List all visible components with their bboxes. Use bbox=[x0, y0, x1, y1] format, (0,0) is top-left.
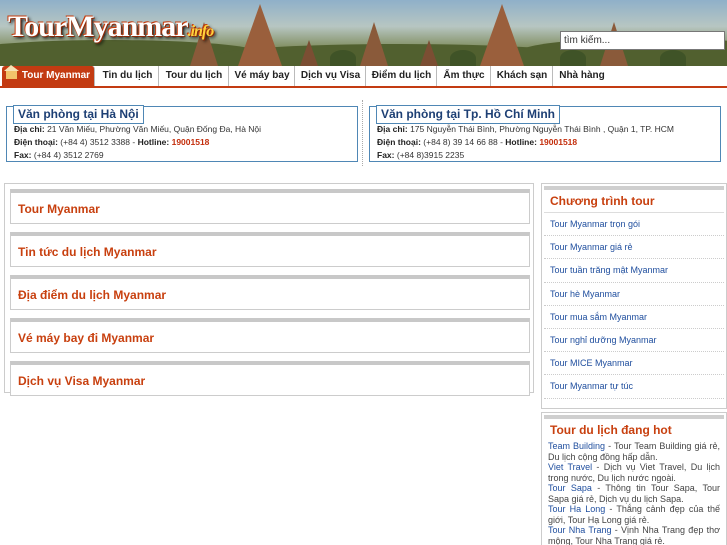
section-title: Vé máy bay đi Myanmar bbox=[18, 331, 155, 345]
address-value: 21 Văn Miếu, Phường Văn Miếu, Quận Đống … bbox=[47, 124, 262, 134]
banner-tree bbox=[330, 50, 356, 66]
nav-item-tin-du-lich[interactable]: Tin du lịch bbox=[97, 66, 159, 86]
sidebar-link[interactable]: Tour Myanmar giá rẻ bbox=[544, 236, 724, 260]
office-hanoi: Văn phòng tại Hà Nội Địa chỉ: 21 Văn Miế… bbox=[6, 105, 358, 162]
hot-tour-item: Tour Sapa - Thông tin Tour Sapa, Tour Sa… bbox=[542, 483, 726, 504]
banner-pagoda bbox=[420, 40, 438, 66]
main-nav: Tour Myanmar Tin du lịch Tour du lịch Vé… bbox=[0, 65, 727, 88]
section-title: Địa điểm du lịch Myanmar bbox=[18, 288, 167, 302]
fax-label: Fax: bbox=[14, 150, 32, 160]
nav-item-ve-may-bay[interactable]: Vé máy bay bbox=[230, 66, 295, 86]
address-value: 175 Nguyễn Thái Bình, Phường Nguyễn Thái… bbox=[410, 124, 674, 134]
nav-item-tour-du-lich[interactable]: Tour du lịch bbox=[160, 66, 229, 86]
hot-tour-item: Viet Travel - Dịch vụ Viet Travel, Du lị… bbox=[542, 462, 726, 483]
office-hcm-title: Văn phòng tại Tp. Hồ Chí Minh bbox=[376, 105, 560, 124]
office-divider bbox=[362, 100, 363, 166]
banner-pagoda bbox=[480, 4, 524, 66]
banner-pagoda bbox=[300, 40, 318, 66]
office-hanoi-fax: Fax: (+84 4) 3512 2769 bbox=[14, 150, 104, 160]
sidebar-link[interactable]: Tour nghỉ dưỡng Myanmar bbox=[544, 329, 724, 353]
phone-label: Điện thoại: bbox=[377, 137, 421, 147]
fax-value: (+84 8)3915 2235 bbox=[396, 150, 465, 160]
section-title: Dịch vụ Visa Myanmar bbox=[18, 374, 146, 388]
sidebar-link[interactable]: Tour Myanmar trọn gói bbox=[544, 213, 724, 237]
sidebar-link[interactable]: Tour hè Myanmar bbox=[544, 283, 724, 306]
logo-domain: .info bbox=[187, 23, 215, 40]
hot-tour-item: Team Building - Tour Team Building giá r… bbox=[542, 441, 726, 462]
phone-value: (+84 4) 3512 3388 bbox=[60, 137, 131, 147]
sidebar-link[interactable]: Tour Myanmar tự túc bbox=[544, 375, 724, 399]
fax-label: Fax: bbox=[377, 150, 395, 160]
header-banner: TourMyanmar.info bbox=[0, 0, 727, 66]
main-sections-panel: Tour Myanmar Tin tức du lịch Myanmar Địa… bbox=[4, 183, 534, 396]
logo-text: TourMyanmar bbox=[8, 10, 189, 43]
hotline-value: 19001518 bbox=[539, 137, 578, 147]
section-ve-may-bay[interactable]: Vé máy bay đi Myanmar bbox=[10, 318, 530, 353]
sidebar-hot-title: Tour du lịch đang hot bbox=[550, 423, 672, 437]
section-title: Tin tức du lịch Myanmar bbox=[18, 245, 157, 259]
section-dia-diem[interactable]: Địa điểm du lịch Myanmar bbox=[10, 275, 530, 310]
office-hcm-phone: Điện thoại: (+84 8) 39 14 66 88 - Hotlin… bbox=[377, 137, 578, 147]
section-tin-tuc[interactable]: Tin tức du lịch Myanmar bbox=[10, 232, 530, 267]
nav-item-diem-du-lich[interactable]: Điểm du lịch bbox=[367, 66, 437, 86]
banner-pagoda bbox=[360, 22, 388, 66]
office-hcm: Văn phòng tại Tp. Hồ Chí Minh Địa chỉ: 1… bbox=[369, 105, 721, 162]
office-hcm-fax: Fax: (+84 8)3915 2235 bbox=[377, 150, 464, 160]
nav-item-khach-san[interactable]: Khách sạn bbox=[492, 66, 553, 86]
fax-value: (+84 4) 3512 2769 bbox=[33, 150, 104, 160]
sidebar-tour-programs: Chương trình tour Tour Myanmar trọn gói … bbox=[541, 183, 727, 409]
banner-tree bbox=[450, 50, 476, 66]
sidebar-link[interactable]: Tour tuần trăng mật Myanmar bbox=[544, 259, 724, 283]
hot-tour-link[interactable]: Team Building bbox=[548, 441, 605, 451]
sidebar-hot-tours: Tour du lịch đang hot Team Building - To… bbox=[541, 412, 727, 545]
nav-item-nha-hang[interactable]: Nhà hàng bbox=[554, 66, 610, 86]
hotline-label: Hotline: bbox=[137, 137, 170, 147]
phone-value: (+84 8) 39 14 66 88 bbox=[423, 137, 498, 147]
home-icon bbox=[3, 65, 19, 79]
office-hcm-address: Địa chỉ: 175 Nguyễn Thái Bình, Phường Ng… bbox=[377, 124, 674, 134]
sidebar-link[interactable]: Tour mua sắm Myanmar bbox=[544, 306, 724, 329]
section-dich-vu-visa[interactable]: Dịch vụ Visa Myanmar bbox=[10, 361, 530, 396]
hotline-value: 19001518 bbox=[171, 137, 210, 147]
hot-tour-link[interactable]: Tour Ha Long bbox=[548, 504, 605, 514]
hotline-label: Hotline: bbox=[505, 137, 537, 147]
phone-label: Điện thoại: bbox=[14, 137, 58, 147]
sidebar-programs-title: Chương trình tour bbox=[544, 190, 724, 213]
search-input[interactable] bbox=[560, 31, 725, 50]
hot-tour-link[interactable]: Viet Travel bbox=[548, 462, 592, 472]
banner-pagoda bbox=[238, 4, 282, 66]
sidebar-link[interactable]: Tour MICE Myanmar bbox=[544, 352, 724, 376]
address-label: Địa chỉ: bbox=[14, 124, 45, 134]
office-hanoi-phone: Điện thoại: (+84 4) 3512 3388 - Hotline:… bbox=[14, 137, 210, 147]
office-hanoi-address: Địa chỉ: 21 Văn Miếu, Phường Văn Miếu, Q… bbox=[14, 124, 261, 134]
hot-tour-item: Tour Nha Trang - Vịnh Nha Trang đẹp thơ … bbox=[542, 525, 726, 545]
office-hanoi-title: Văn phòng tại Hà Nội bbox=[13, 105, 144, 124]
site-logo[interactable]: TourMyanmar.info bbox=[8, 10, 215, 44]
hot-tour-link[interactable]: Tour Nha Trang bbox=[548, 525, 612, 535]
banner-tree bbox=[560, 50, 586, 66]
section-title: Tour Myanmar bbox=[18, 202, 100, 216]
nav-item-am-thuc[interactable]: Ẩm thực bbox=[438, 66, 491, 86]
section-tour-myanmar[interactable]: Tour Myanmar bbox=[10, 189, 530, 224]
nav-item-tour-myanmar[interactable]: Tour Myanmar bbox=[2, 65, 95, 86]
nav-item-dich-vu-visa[interactable]: Dịch vụ Visa bbox=[296, 66, 366, 86]
hot-tour-link[interactable]: Tour Sapa bbox=[548, 483, 592, 493]
nav-item-label: Tour Myanmar bbox=[21, 70, 91, 81]
address-label: Địa chỉ: bbox=[377, 124, 408, 134]
banner-tree bbox=[660, 50, 686, 66]
hot-tour-item: Tour Ha Long - Thắng cảnh đẹp của thế gi… bbox=[542, 504, 726, 525]
